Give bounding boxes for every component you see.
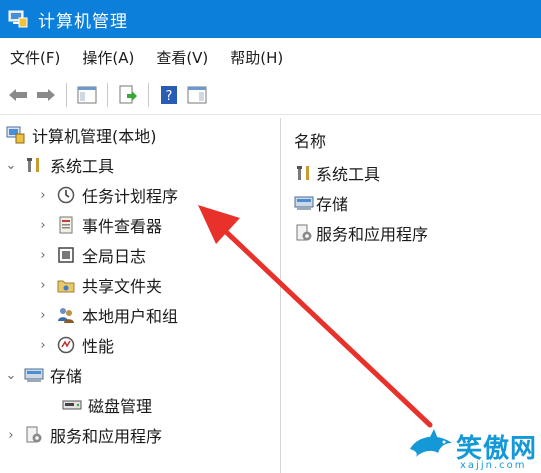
watermark-logo: 笑傲网 xajjn.com — [408, 420, 541, 473]
shark-logo-icon — [408, 427, 456, 467]
annotation-arrow — [198, 205, 433, 428]
watermark-url: xajjn.com — [460, 460, 527, 471]
